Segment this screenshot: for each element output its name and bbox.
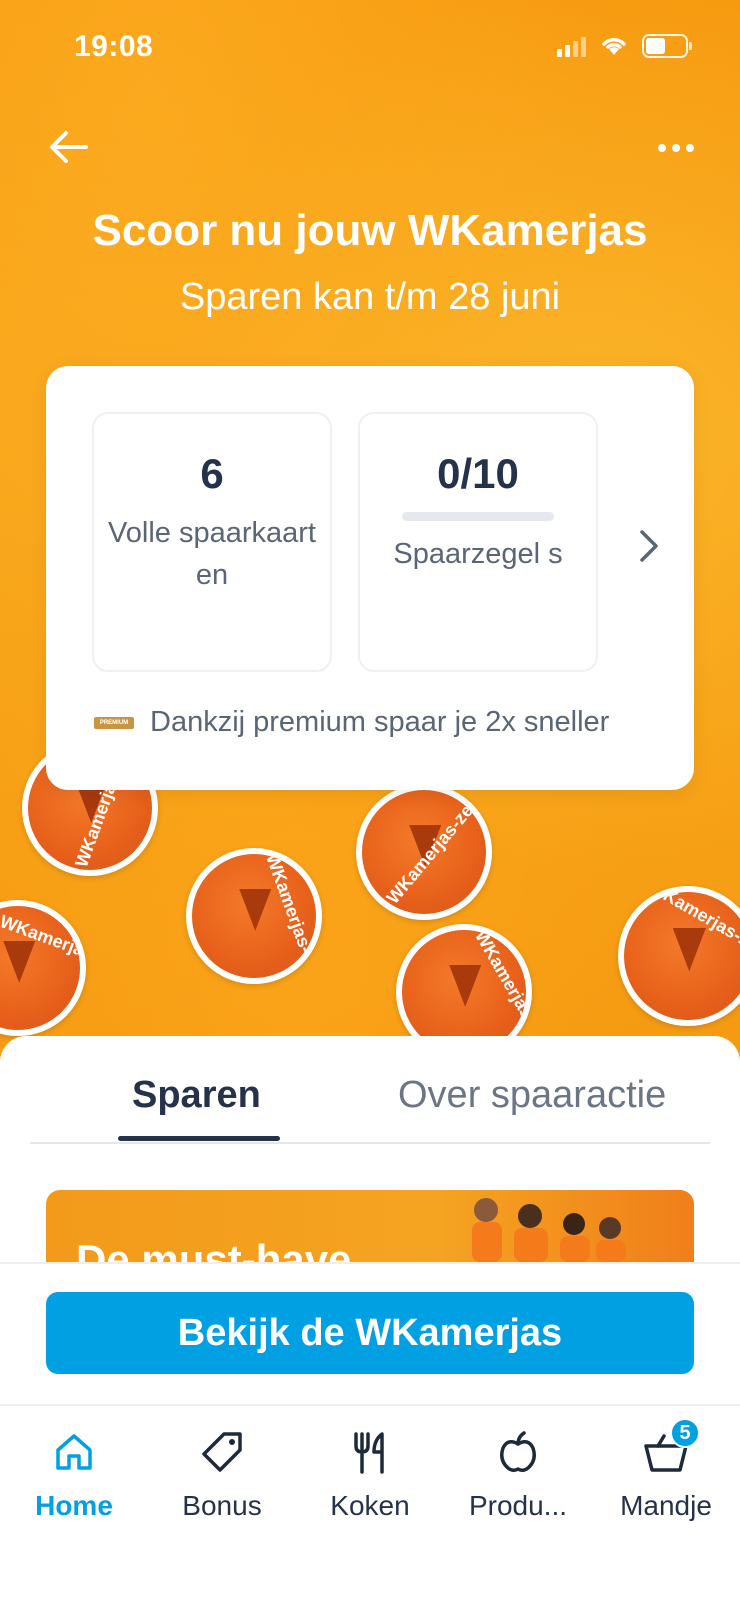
active-tab-indicator	[118, 1136, 280, 1141]
tag-icon	[202, 1432, 242, 1472]
players-image	[472, 1198, 626, 1262]
apple-icon	[500, 1431, 536, 1473]
stamp-image: WKamerjas-zegel	[356, 784, 492, 920]
stamps-label: Spaarzegel s	[393, 538, 563, 570]
nav-home[interactable]: Home	[0, 1428, 148, 1522]
nav-mandje-label: Mandje	[620, 1490, 712, 1521]
promo-banner[interactable]: De must-have	[46, 1190, 694, 1262]
full-cards-value: 6	[200, 450, 224, 497]
savings-card: 6 Volle spaarkaart en 0/10 Spaarzegel s …	[46, 366, 694, 790]
premium-badge: PREMIUM	[94, 716, 134, 729]
full-cards-label: Volle spaarkaart en	[108, 517, 316, 591]
chevron-right-icon[interactable]	[632, 522, 666, 570]
home-icon	[56, 1434, 92, 1470]
stamp-image: WKamerjas-zegel	[0, 900, 86, 1036]
stamps-progress-bar	[402, 512, 554, 521]
cta-area: Bekijk de WKamerjas	[0, 1262, 740, 1404]
view-wkamerjas-button[interactable]: Bekijk de WKamerjas	[46, 1292, 694, 1374]
status-bar: 19:08	[0, 0, 740, 100]
nav-producten[interactable]: Produ...	[444, 1428, 592, 1522]
promo-text: De must-have	[76, 1236, 352, 1262]
nav-bonus-label: Bonus	[182, 1490, 262, 1521]
page-subtitle: Sparen kan t/m 28 juni	[179, 276, 561, 318]
nav-mandje[interactable]: 5 Mandje	[592, 1418, 740, 1522]
stamps-stat[interactable]: 0/10 Spaarzegel s	[358, 412, 598, 672]
premium-text: Dankzij premium spaar je 2x sneller	[150, 706, 610, 738]
more-options-icon[interactable]	[652, 128, 700, 168]
nav-koken-label: Koken	[330, 1490, 410, 1521]
cart-count-badge: 5	[670, 1418, 700, 1448]
stamp-image: WKamerjas-zegel	[186, 848, 322, 984]
wifi-icon	[602, 38, 626, 55]
stamps-value: 0/10	[437, 450, 519, 497]
tab-bar-top: Sparen Over spaaractie	[30, 1036, 710, 1144]
page-title: Scoor nu jouw WKamerjas	[92, 206, 648, 255]
nav-bonus[interactable]: Bonus	[148, 1428, 296, 1522]
full-cards-stat[interactable]: 6 Volle spaarkaart en	[92, 412, 332, 672]
signal-icon	[557, 35, 586, 57]
status-time: 19:08	[74, 30, 154, 63]
nav-producten-label: Produ...	[468, 1490, 568, 1521]
tab-sparen[interactable]: Sparen	[132, 1074, 261, 1117]
tab-over-spaaractie[interactable]: Over spaaractie	[398, 1074, 666, 1117]
nav-home-label: Home	[35, 1490, 113, 1521]
bottom-navigation: Home Bonus Koken Produ... 5 Mandje	[0, 1404, 740, 1600]
nav-koken[interactable]: Koken	[296, 1428, 444, 1522]
back-arrow-icon[interactable]	[44, 125, 92, 169]
premium-info: PREMIUM Dankzij premium spaar je 2x snel…	[94, 706, 609, 739]
cutlery-icon	[354, 1432, 384, 1474]
stamp-image: WKamerjas-zegel	[618, 886, 740, 1026]
battery-icon	[642, 34, 692, 58]
